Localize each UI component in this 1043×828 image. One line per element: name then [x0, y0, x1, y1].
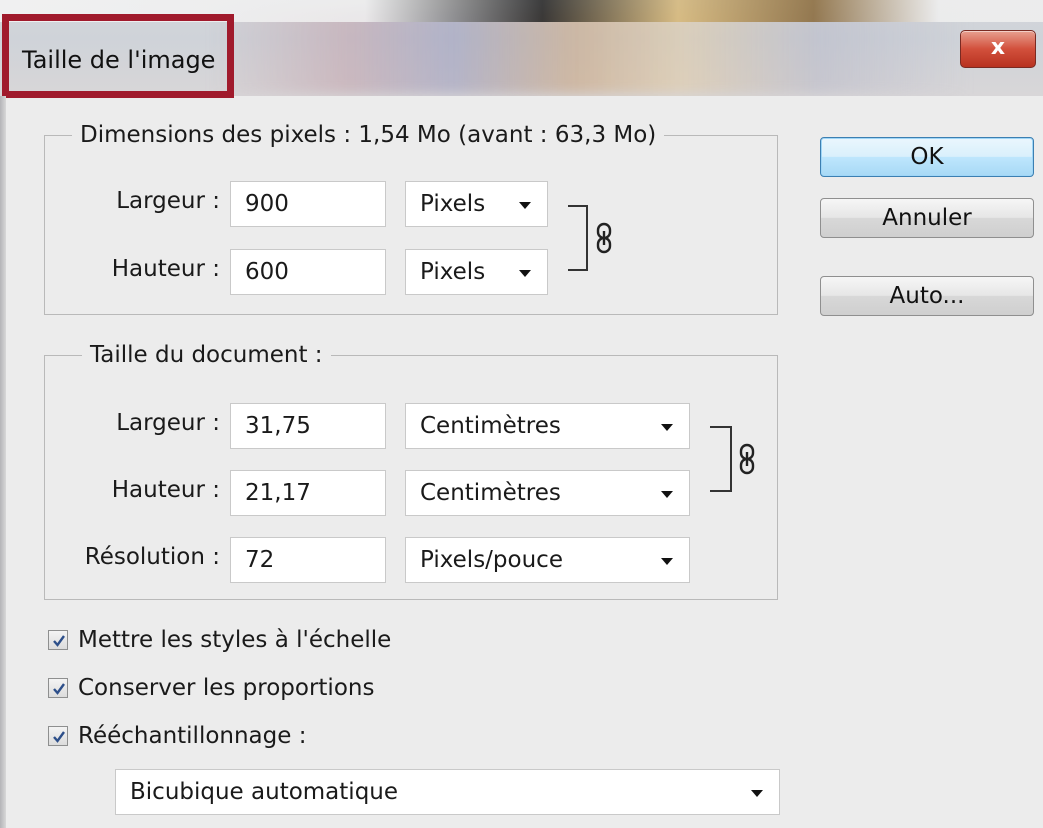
pixel-link-bracket	[568, 205, 588, 271]
pixel-width-field[interactable]: 900	[230, 181, 386, 227]
resample-option[interactable]: Rééchantillonnage :	[48, 721, 306, 751]
doc-height-unit-select[interactable]: Centimètres	[405, 470, 690, 516]
pixel-height-label: Hauteur :	[111, 256, 220, 282]
resample-method-select[interactable]: Bicubique automatique	[115, 769, 780, 815]
doc-width-unit-select[interactable]: Centimètres	[405, 403, 690, 449]
chevron-down-icon	[519, 270, 531, 277]
chevron-down-icon	[519, 202, 531, 209]
document-size-legend: Taille du document :	[82, 342, 331, 368]
doc-height-unit-value: Centimètres	[420, 480, 561, 506]
window-left-edge	[0, 96, 6, 828]
constrain-proportions-option[interactable]: Conserver les proportions	[48, 673, 374, 703]
resolution-label: Résolution :	[84, 544, 220, 570]
doc-width-label: Largeur :	[116, 410, 220, 436]
pixel-height-unit-value: Pixels	[420, 259, 486, 285]
chevron-down-icon	[751, 790, 763, 797]
resolution-unit-value: Pixels/pouce	[420, 547, 563, 573]
doc-height-field[interactable]: 21,17	[230, 470, 386, 516]
pixel-dimensions-legend: Dimensions des pixels : 1,54 Mo (avant :…	[72, 122, 665, 148]
resample-label: Rééchantillonnage :	[78, 723, 307, 749]
pixel-height-unit-select[interactable]: Pixels	[405, 249, 548, 295]
pixel-width-label: Largeur :	[116, 188, 220, 214]
doc-width-field[interactable]: 31,75	[230, 403, 386, 449]
cancel-button[interactable]: Annuler	[820, 198, 1034, 238]
constrain-proportions-checkbox[interactable]	[48, 678, 68, 698]
pixel-width-unit-select[interactable]: Pixels	[405, 181, 548, 227]
chevron-down-icon	[661, 424, 673, 431]
resample-checkbox[interactable]	[48, 726, 68, 746]
close-icon: x	[990, 35, 1006, 60]
resolution-field[interactable]: 72	[230, 537, 386, 583]
auto-button[interactable]: Auto...	[820, 276, 1034, 316]
checkmark-icon	[53, 635, 65, 647]
pixel-height-field[interactable]: 600	[230, 249, 386, 295]
scale-styles-option[interactable]: Mettre les styles à l'échelle	[48, 625, 391, 655]
chain-link-icon[interactable]	[594, 222, 614, 254]
chain-link-icon[interactable]	[737, 443, 757, 475]
scale-styles-checkbox[interactable]	[48, 630, 68, 650]
constrain-proportions-label: Conserver les proportions	[78, 675, 375, 701]
doc-width-unit-value: Centimètres	[420, 413, 561, 439]
resample-method-value: Bicubique automatique	[130, 779, 399, 805]
doc-height-label: Hauteur :	[111, 477, 220, 503]
scale-styles-label: Mettre les styles à l'échelle	[78, 627, 392, 653]
pixel-width-unit-value: Pixels	[420, 191, 486, 217]
chevron-down-icon	[661, 558, 673, 565]
chevron-down-icon	[661, 491, 673, 498]
resolution-unit-select[interactable]: Pixels/pouce	[405, 537, 690, 583]
close-button[interactable]: x	[960, 30, 1036, 68]
document-link-bracket	[710, 426, 732, 492]
title-highlight-box	[2, 14, 234, 98]
checkmark-icon	[53, 683, 65, 695]
checkmark-icon	[53, 731, 65, 743]
ok-button[interactable]: OK	[820, 137, 1034, 177]
